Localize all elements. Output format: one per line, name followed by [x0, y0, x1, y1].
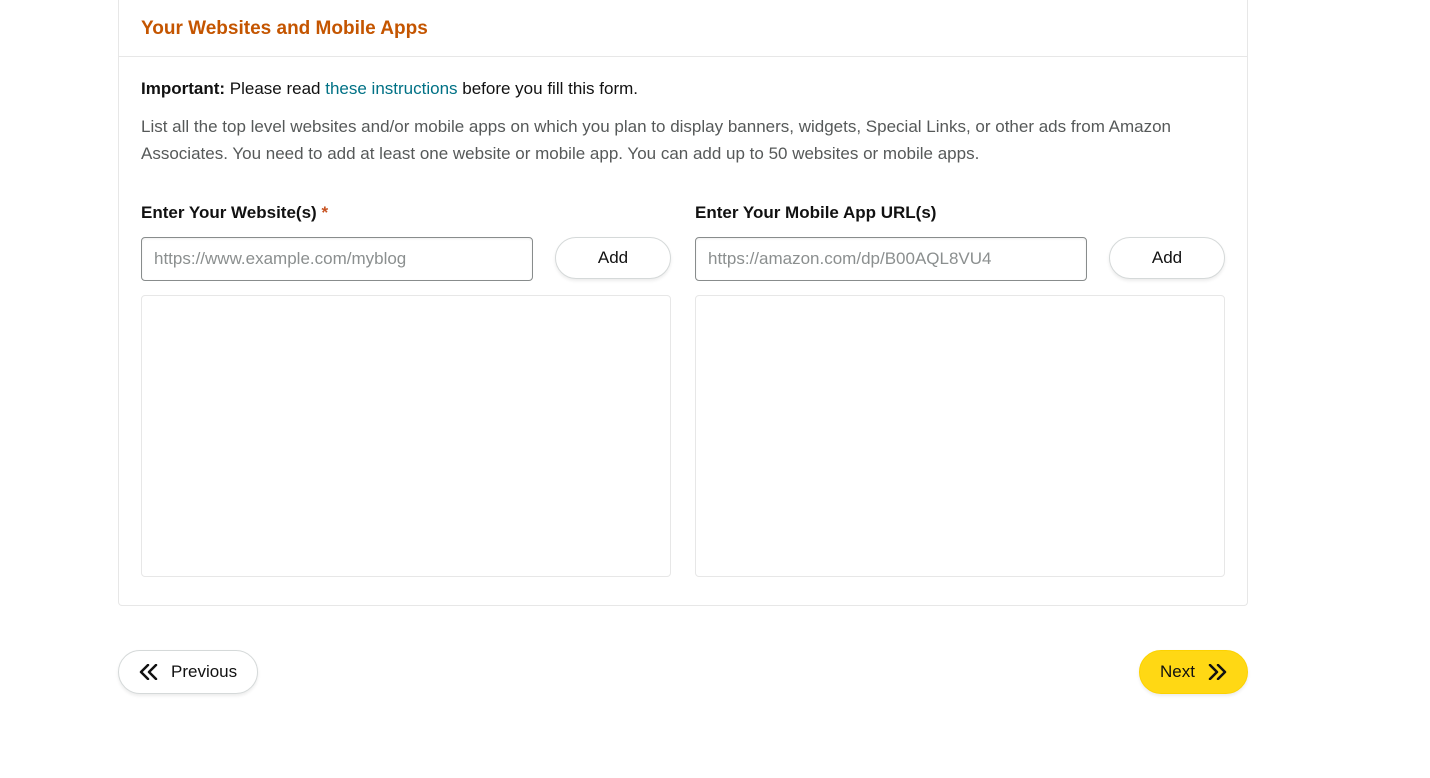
websites-list[interactable] — [141, 295, 671, 577]
description-text: List all the top level websites and/or m… — [141, 113, 1225, 167]
important-label: Important: — [141, 79, 225, 98]
chevron-left-double-icon — [139, 664, 159, 680]
required-mark: * — [321, 203, 328, 222]
previous-button[interactable]: Previous — [118, 650, 258, 694]
card-header: Your Websites and Mobile Apps — [119, 0, 1247, 57]
websites-label: Enter Your Website(s) * — [141, 203, 671, 223]
add-website-button[interactable]: Add — [555, 237, 671, 279]
website-url-input[interactable] — [141, 237, 533, 281]
websites-column: Enter Your Website(s) * Add — [141, 203, 671, 577]
instructions-link[interactable]: these instructions — [325, 79, 457, 98]
apps-column: Enter Your Mobile App URL(s) Add — [695, 203, 1225, 577]
previous-label: Previous — [171, 662, 237, 682]
card-body: Important: Please read these instruction… — [119, 57, 1247, 605]
notice-text-before: Please read — [225, 79, 325, 98]
navigation-row: Previous Next — [118, 606, 1248, 694]
websites-apps-card: Your Websites and Mobile Apps Important:… — [118, 0, 1248, 606]
card-title: Your Websites and Mobile Apps — [141, 18, 1225, 40]
app-url-input[interactable] — [695, 237, 1087, 281]
chevron-right-double-icon — [1207, 664, 1227, 680]
next-label: Next — [1160, 662, 1195, 682]
next-button[interactable]: Next — [1139, 650, 1248, 694]
apps-list[interactable] — [695, 295, 1225, 577]
apps-label: Enter Your Mobile App URL(s) — [695, 203, 1225, 223]
add-app-button[interactable]: Add — [1109, 237, 1225, 279]
important-notice: Important: Please read these instruction… — [141, 79, 1225, 99]
notice-text-after: before you fill this form. — [458, 79, 638, 98]
